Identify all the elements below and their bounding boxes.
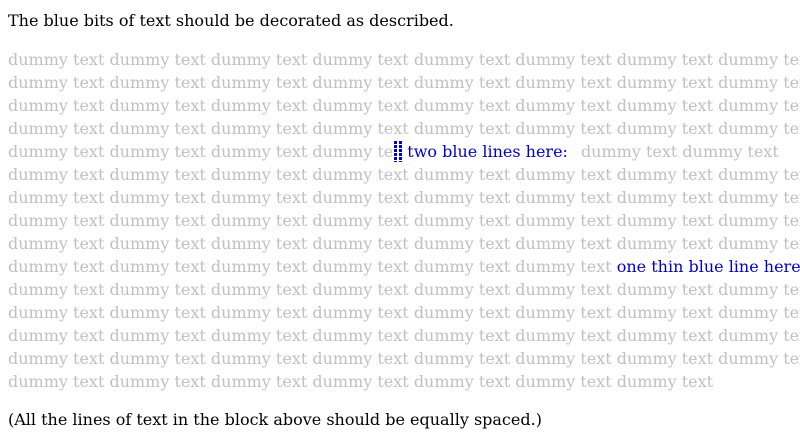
text-line: dummy text dummy text dummy text dummy t…: [8, 165, 800, 184]
text-line: dummy text dummy text dummy text dummy t…: [8, 119, 800, 138]
text-line: dummy text dummy text dummy text dummy t…: [8, 349, 800, 368]
line-suffix: dummy text dummy text: [580, 142, 779, 161]
text-line: dummy text dummy text dummy text dummy t…: [8, 188, 800, 207]
text-line: dummy text dummy text dummy text dummy t…: [8, 73, 800, 92]
double-line-decoration-icon: [393, 141, 403, 162]
text-line: dummy text dummy text dummy text dummy t…: [8, 50, 800, 69]
intro-text: The blue bits of text should be decorate…: [8, 11, 454, 30]
line-prefix: dummy text dummy text dummy text dummy t…: [8, 257, 612, 276]
blue-text-one-line: one thin blue line here:: [616, 257, 800, 276]
text-line: dummy text dummy text dummy text dummy t…: [8, 280, 800, 299]
text-line: dummy text dummy text dummy text dummy t…: [8, 234, 800, 253]
text-line: dummy text dummy text dummy text dummy t…: [8, 326, 800, 345]
text-line: dummy text dummy text dummy text dummy t…: [8, 211, 800, 230]
line-prefix: dummy text dummy text dummy text dummy t…: [8, 142, 394, 161]
outro-text: (All the lines of text in the block abov…: [8, 410, 542, 429]
text-line-double-decoration: dummy text dummy text dummy text dummy t…: [8, 140, 792, 163]
blue-text-two-lines: two blue lines here:: [407, 142, 568, 161]
text-line: dummy text dummy text dummy text dummy t…: [8, 372, 714, 391]
text-line: dummy text dummy text dummy text dummy t…: [8, 96, 800, 115]
dummy-text-block: dummy text dummy text dummy text dummy t…: [8, 48, 800, 393]
text-line-thin-decoration: dummy text dummy text dummy text dummy t…: [8, 255, 800, 278]
text-line: dummy text dummy text dummy text dummy t…: [8, 303, 800, 322]
